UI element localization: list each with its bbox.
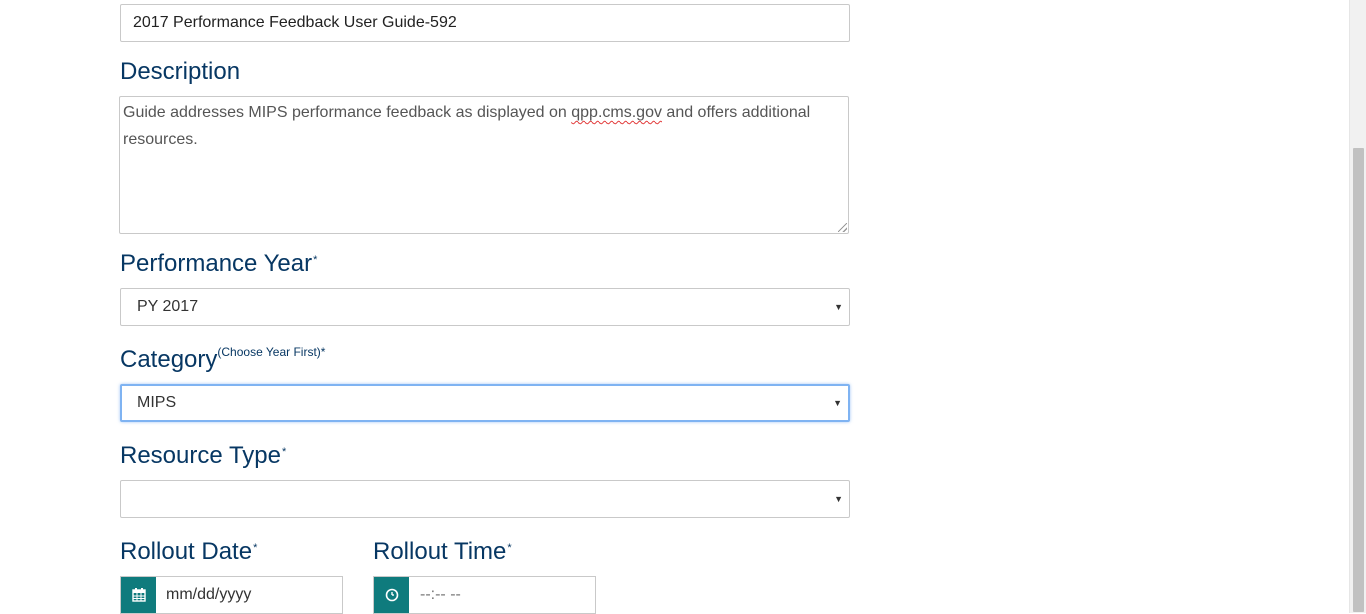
performance-year-label: Performance Year* <box>120 250 318 277</box>
title-input[interactable]: 2017 Performance Feedback User Guide-592 <box>120 4 850 42</box>
required-mark: * <box>281 446 287 458</box>
rollout-time-label: Rollout Time* <box>373 538 512 565</box>
rollout-date-label: Rollout Date* <box>120 538 258 565</box>
page-scrollbar[interactable] <box>1349 0 1366 613</box>
performance-year-selected: PY 2017 <box>137 298 199 315</box>
rollout-time-input[interactable]: --:-- -- <box>373 576 596 614</box>
description-textarea[interactable]: Guide addresses MIPS performance feedbac… <box>119 96 849 234</box>
rollout-time-placeholder: --:-- -- <box>420 586 461 603</box>
caret-down-icon: ▼ <box>834 302 843 312</box>
category-selected: MIPS <box>137 394 177 411</box>
title-input-value: 2017 Performance Feedback User Guide-592 <box>133 14 457 31</box>
caret-down-icon: ▼ <box>834 494 843 504</box>
required-mark: * <box>313 254 318 266</box>
required-mark: * <box>507 542 512 554</box>
scrollbar-thumb[interactable] <box>1353 148 1364 612</box>
category-select[interactable]: MIPS ▼ <box>120 384 850 422</box>
description-label: Description <box>120 58 241 85</box>
clock-icon[interactable] <box>374 577 409 613</box>
resize-handle-icon[interactable] <box>838 223 847 232</box>
misspelled-word: qpp.cms.gov <box>571 104 662 121</box>
category-label: Category(Choose Year First)* <box>120 345 326 373</box>
resource-type-select[interactable]: ▼ <box>120 480 850 518</box>
caret-down-icon: ▼ <box>833 398 842 408</box>
performance-year-select[interactable]: PY 2017 ▼ <box>120 288 850 326</box>
rollout-date-placeholder: mm/dd/yyyy <box>166 586 252 603</box>
resource-type-label: Resource Type* <box>120 442 287 469</box>
calendar-icon[interactable] <box>121 577 156 613</box>
required-mark: * <box>253 542 258 554</box>
rollout-date-input[interactable]: mm/dd/yyyy <box>120 576 343 614</box>
category-note: (Choose Year First)* <box>217 345 326 359</box>
